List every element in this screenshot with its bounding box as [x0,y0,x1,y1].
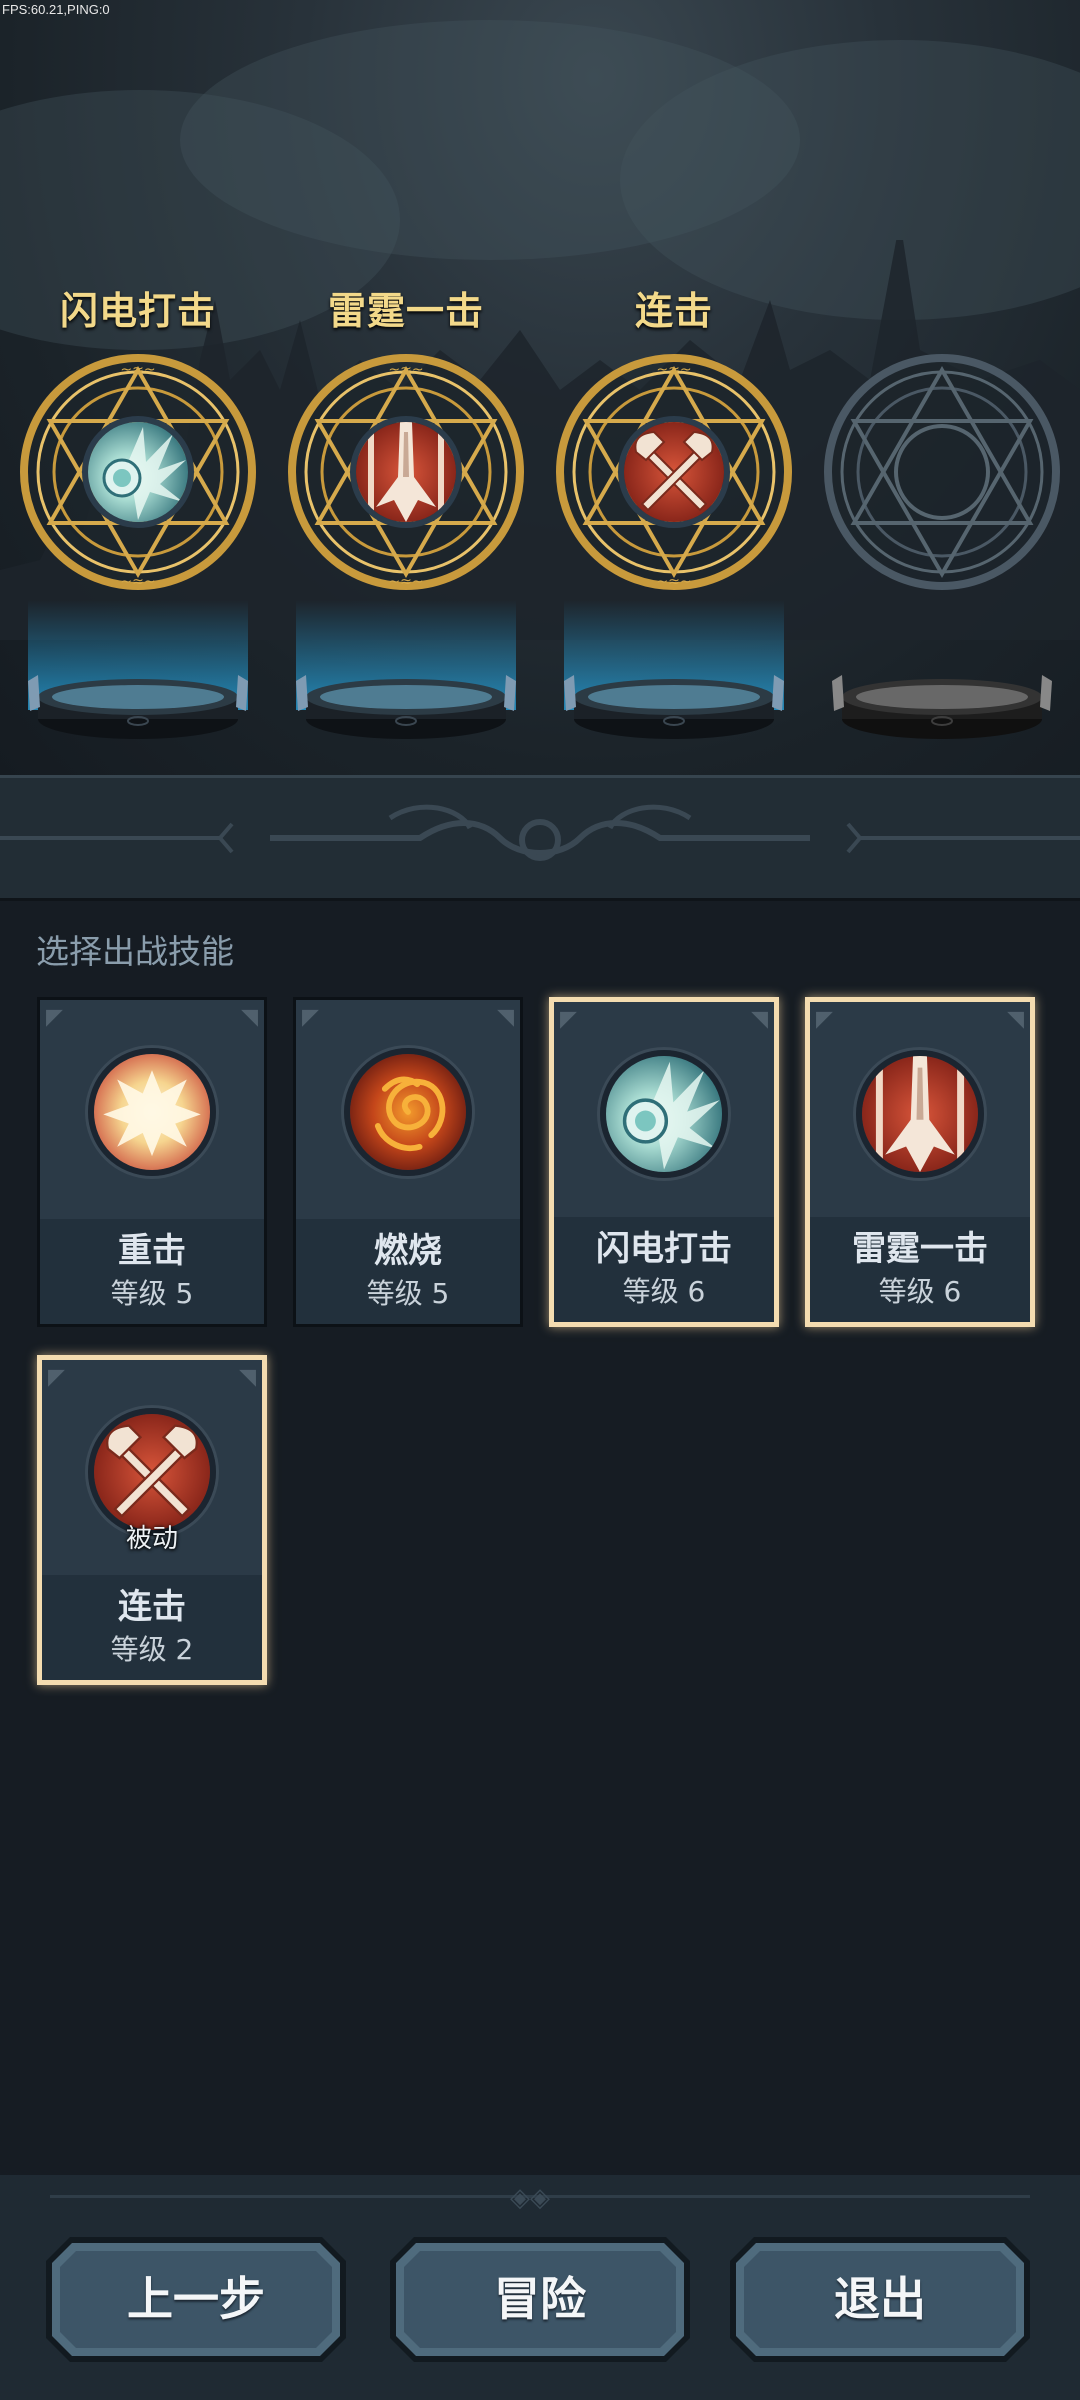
corner-ornament-icon: ◤ [46,1005,63,1030]
back-button[interactable]: 上一步 [46,2237,346,2362]
skill-card-combo[interactable]: ◤ ◤ 被动 连击 等级 2 [37,1355,267,1685]
skill-card-thunder-strike[interactable]: ◤ ◤ 雷霆一击 等级 6 [805,997,1035,1327]
inactive-magic-circle-icon [822,352,1062,592]
section-title: 选择出战技能 [36,932,234,971]
corner-ornament-icon: ◤ [751,1007,768,1032]
pedestal [28,675,248,740]
skill-level: 等级 6 [878,1275,962,1308]
combo-axes-icon [88,1408,216,1536]
skill-slot-1[interactable]: 闪电打击 [13,280,263,750]
skill-level: 等级 2 [110,1633,194,1666]
skill-level: 等级 6 [622,1275,706,1308]
bottom-action-bar: ◈◈ 上一步 冒险 退出 [0,2175,1080,2400]
skill-name: 燃烧 [374,1231,442,1271]
corner-ornament-icon: ◤ [239,1365,256,1390]
lightning-strike-icon [600,1050,728,1178]
fps-readout: FPS:60.21,PING:0 [2,2,110,17]
skill-name: 闪电打击 [596,1229,732,1269]
thunder-strike-icon [350,416,462,528]
skill-slot-scene: 闪电打击 雷霆一击 连击 [0,0,1080,775]
thunder-strike-icon [856,1050,984,1178]
slot-title: 连击 [634,289,713,333]
pedestal [296,675,516,740]
corner-ornament-icon: ◤ [560,1007,577,1032]
slot-title: 雷霆一击 [327,289,484,333]
corner-ornament-icon: ◤ [302,1005,319,1030]
skill-card-heavy-strike[interactable]: ◤ ◤ 重击 等级 5 [37,997,267,1327]
exit-button-label: 退出 [834,2272,926,2326]
ornament-icon [0,804,1080,861]
skill-card-burn[interactable]: ◤ ◤ 燃烧 等级 5 [293,997,523,1327]
pedestal [832,675,1052,740]
exit-button[interactable]: 退出 [730,2237,1030,2362]
corner-ornament-icon: ◤ [48,1365,65,1390]
corner-ornament-icon: ◤ [241,1005,258,1030]
skill-name: 雷霆一击 [852,1229,988,1269]
combo-axes-icon [618,416,730,528]
corner-ornament-icon: ◤ [816,1007,833,1032]
corner-ornament-icon: ◤ [1007,1007,1024,1032]
corner-ornament-icon: ◤ [497,1005,514,1030]
adventure-button-label: 冒险 [494,2272,586,2326]
skill-name: 连击 [118,1587,186,1627]
adventure-button[interactable]: 冒险 [390,2237,690,2362]
skill-slot-4-empty[interactable] [817,280,1067,750]
skill-level: 等级 5 [110,1277,194,1310]
heavy-strike-icon [88,1048,216,1176]
back-button-label: 上一步 [127,2272,265,2326]
pedestal [564,675,784,740]
skill-slot-2[interactable]: 雷霆一击 [281,280,531,750]
slot-title: 闪电打击 [59,289,216,333]
skill-slot-3[interactable]: 连击 [549,280,799,750]
skill-level: 等级 5 [366,1277,450,1310]
burn-icon [344,1048,472,1176]
diamond-ornament-icon: ◈◈ [510,2183,550,2213]
skill-card-lightning-strike[interactable]: ◤ ◤ 闪电打击 等级 6 [549,997,779,1327]
ornament-divider [0,775,1080,901]
lightning-strike-icon [82,416,194,528]
passive-label: 被动 [125,1524,178,1554]
skill-name: 重击 [118,1231,186,1271]
